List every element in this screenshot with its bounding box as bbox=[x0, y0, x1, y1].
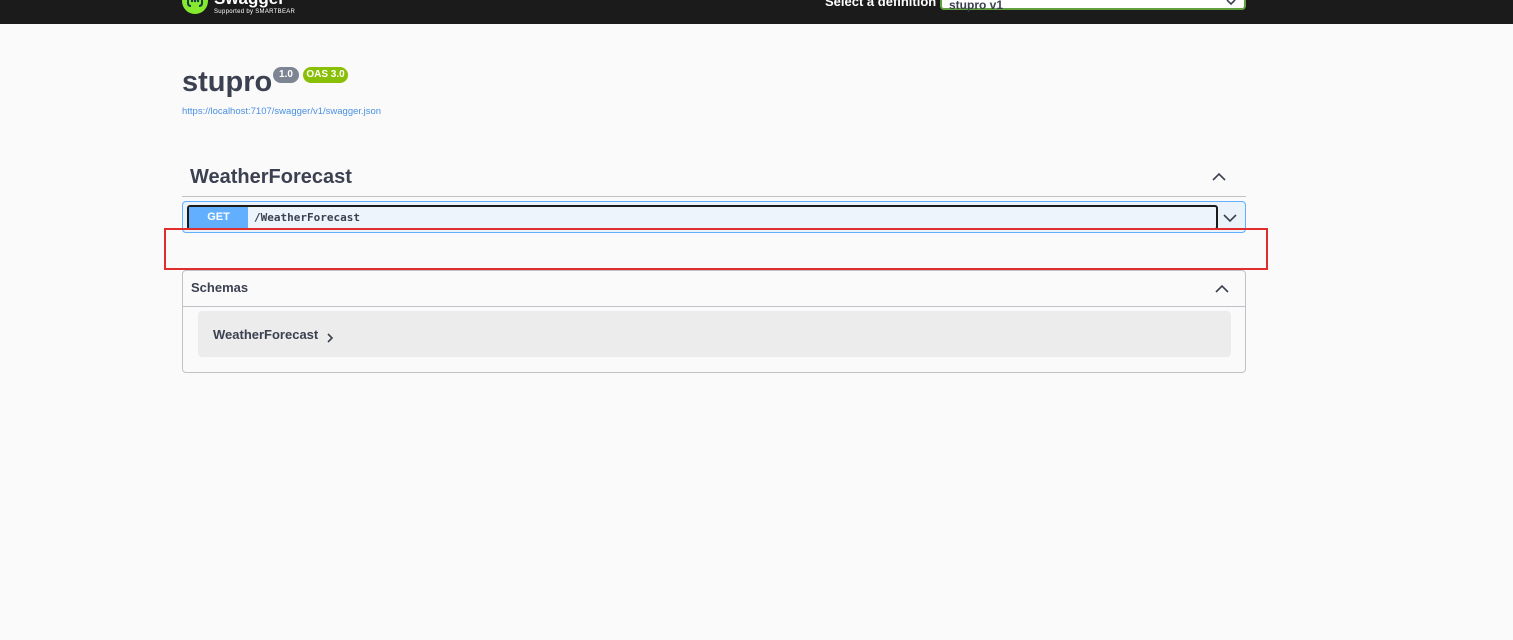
chevron-down-icon[interactable] bbox=[1223, 210, 1237, 228]
oas-badge: OAS 3.0 bbox=[303, 67, 348, 83]
spec-url-link[interactable]: https://localhost:7107/swagger/v1/swagge… bbox=[182, 106, 381, 117]
schemas-section: Schemas WeatherForecast bbox=[182, 270, 1246, 373]
version-badge: 1.0 bbox=[273, 67, 299, 83]
schemas-header[interactable]: Schemas bbox=[183, 271, 1245, 307]
chevron-down-icon bbox=[1226, 0, 1236, 10]
definition-select[interactable]: stupro v1 bbox=[940, 0, 1246, 12]
chevron-right-icon[interactable] bbox=[326, 330, 334, 348]
highlight-box bbox=[164, 228, 1268, 270]
tag-header[interactable]: WeatherForecast bbox=[182, 160, 1246, 197]
page-title: stupro bbox=[182, 66, 273, 98]
schema-name: WeatherForecast bbox=[213, 327, 319, 342]
definition-select-value: stupro v1 bbox=[949, 0, 1004, 12]
method-badge: GET bbox=[189, 207, 248, 228]
operation-path: /WeatherForecast bbox=[254, 211, 360, 224]
chevron-up-icon[interactable] bbox=[1215, 281, 1229, 299]
tag-section-weatherforecast: WeatherForecast bbox=[182, 160, 1246, 197]
swagger-logo[interactable]: Swagger Supported by SMARTBEAR bbox=[182, 0, 295, 22]
logo-name: Swagger bbox=[214, 0, 295, 8]
chevron-up-icon[interactable] bbox=[1212, 169, 1226, 187]
logo-subtitle: Supported by SMARTBEAR bbox=[214, 9, 296, 15]
topbar: Swagger Supported by SMARTBEAR Select a … bbox=[0, 0, 1513, 24]
operation-summary[interactable]: GET /WeatherForecast bbox=[187, 205, 1218, 230]
schema-item[interactable]: WeatherForecast bbox=[198, 311, 1231, 357]
tag-title: WeatherForecast bbox=[190, 166, 352, 188]
swagger-logo-icon bbox=[182, 0, 208, 14]
schemas-title: Schemas bbox=[191, 280, 249, 295]
definition-label: Select a definition bbox=[825, 0, 937, 9]
